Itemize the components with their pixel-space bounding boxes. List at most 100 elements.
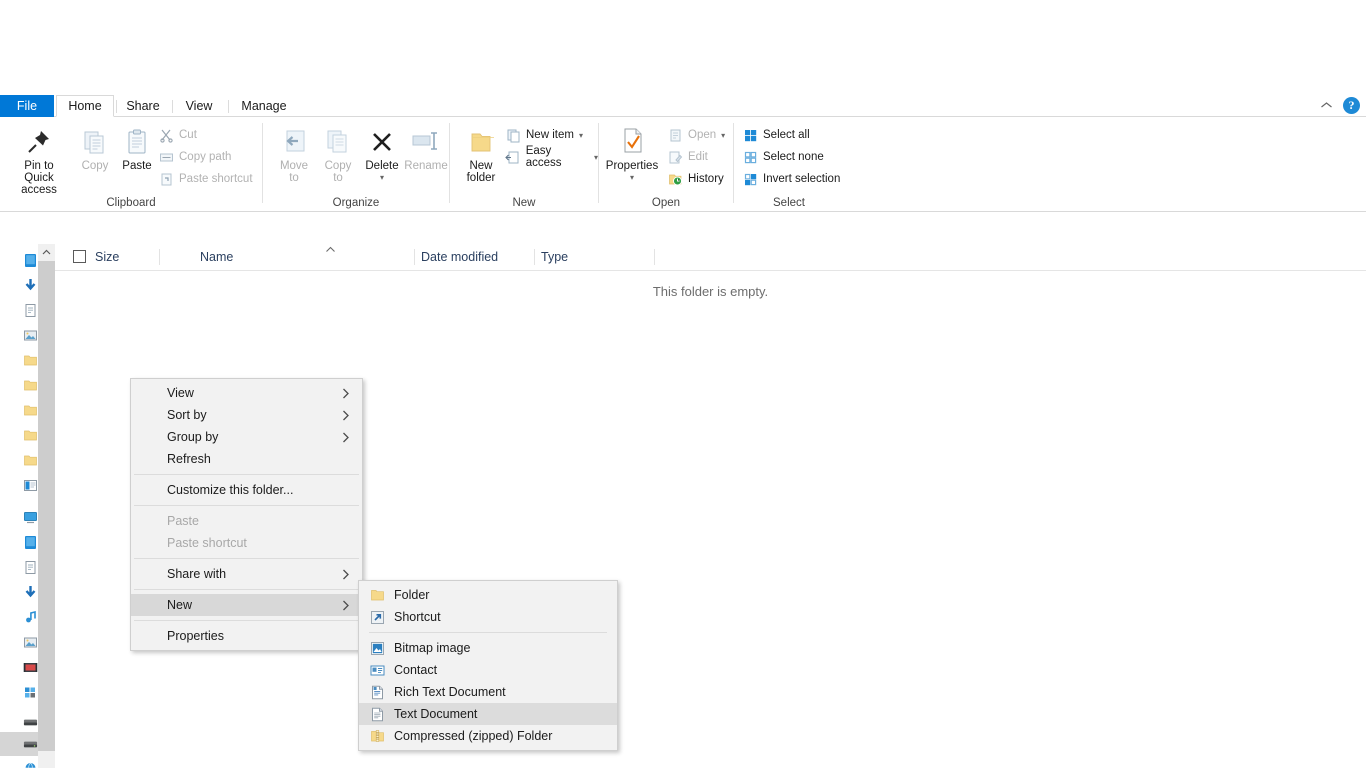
column-header-name[interactable]: Name [160, 244, 415, 270]
tab-file[interactable]: File [0, 95, 54, 117]
nav-downloads-icon-2[interactable] [23, 585, 38, 600]
history-button[interactable]: History [667, 168, 724, 190]
nav-this-pc-icon[interactable] [23, 510, 38, 525]
nav-folder-icon-5[interactable] [23, 453, 38, 468]
nav-documents-icon-2[interactable] [23, 560, 38, 575]
pin-to-quick-access-button[interactable]: Pin to Quick access [10, 121, 68, 196]
scrollbar-thumb[interactable] [38, 261, 55, 751]
navigation-pane[interactable] [0, 244, 38, 768]
delete-icon [367, 121, 397, 157]
column-header-type[interactable]: Type [535, 244, 655, 270]
copy-label: Copy [81, 160, 109, 172]
new-folder-button[interactable]: New folder [452, 121, 510, 184]
context-menu-item-sort-by[interactable]: Sort by [131, 404, 362, 426]
paste-shortcut-button[interactable]: Paste shortcut [158, 168, 253, 190]
context-menu-item-refresh[interactable]: Refresh [131, 448, 362, 470]
collapse-ribbon-icon[interactable] [1320, 101, 1333, 110]
tab-file-label: File [16, 99, 38, 113]
nav-music-icon[interactable] [23, 610, 38, 625]
nav-pictures-icon[interactable] [23, 328, 38, 343]
ribbon-tab-strip: File Home Share View Manage [0, 95, 1366, 117]
open-button[interactable]: Open ▾ [667, 124, 725, 146]
cut-label: Cut [179, 129, 197, 141]
address-bar-row: ❯ CPU (E:) Search CPU (E:) [0, 212, 1366, 450]
open-dropdown-icon[interactable]: ▾ [721, 131, 725, 140]
cut-button[interactable]: Cut [158, 124, 197, 146]
copy-path-icon [158, 149, 174, 165]
paste-shortcut-label: Paste shortcut [179, 173, 253, 185]
scissors-icon [158, 127, 174, 143]
new-submenu-item-text-document[interactable]: Text Document [359, 703, 617, 725]
group-label-clipboard: Clipboard [106, 197, 156, 209]
nav-network-icon[interactable] [23, 761, 38, 768]
properties-dropdown-icon[interactable]: ▾ [630, 172, 634, 184]
nav-folder-icon-2[interactable] [23, 378, 38, 393]
new-submenu-item-folder[interactable]: Folder [359, 584, 617, 606]
nav-downloads-icon[interactable] [23, 278, 38, 293]
nav-folder-icon-4[interactable] [23, 428, 38, 443]
nav-folder-icon-1[interactable] [23, 353, 38, 368]
nav-onedrive-icon[interactable] [23, 478, 38, 493]
context-menu-item-share-with[interactable]: Share with [131, 563, 362, 585]
context-menu-item-new[interactable]: New [131, 594, 362, 616]
easy-access-label: Easy access [525, 145, 562, 169]
new-submenu[interactable]: Folder Shortcut Bitmap image Contact Ric… [358, 580, 618, 751]
new-submenu-item-shortcut[interactable]: Shortcut [359, 606, 617, 628]
tab-home[interactable]: Home [56, 95, 114, 117]
scroll-up-icon[interactable] [38, 244, 55, 261]
select-all-button[interactable]: Select all [742, 124, 810, 146]
rich-text-document-icon [369, 684, 385, 700]
context-menu[interactable]: View Sort by Group by Refresh Customize … [130, 378, 363, 651]
tab-manage[interactable]: Manage [228, 95, 300, 117]
select-all-checkbox[interactable] [73, 250, 86, 263]
help-icon[interactable]: ? [1343, 97, 1360, 114]
context-menu-item-group-by[interactable]: Group by [131, 426, 362, 448]
copy-to-label1: Copy [324, 160, 352, 172]
tab-view[interactable]: View [172, 95, 226, 117]
column-header-date-modified[interactable]: Date modified [415, 244, 535, 270]
nav-videos-icon[interactable] [23, 660, 38, 675]
move-to-icon [278, 121, 310, 157]
easy-access-button[interactable]: Easy access ▾ [505, 145, 598, 169]
new-submenu-item-rich-text-document[interactable]: Rich Text Document [359, 681, 617, 703]
context-menu-item-properties[interactable]: Properties [131, 625, 362, 647]
nav-quick-access-icon[interactable] [23, 253, 38, 268]
invert-selection-button[interactable]: Invert selection [742, 168, 840, 190]
edit-label: Edit [688, 151, 708, 163]
sort-ascending-icon [325, 246, 336, 253]
group-label-new: New [512, 197, 536, 209]
properties-button[interactable]: Properties ▾ [601, 121, 663, 184]
context-menu-separator-4 [134, 589, 359, 590]
tab-share[interactable]: Share [116, 95, 170, 117]
context-menu-separator-2 [134, 505, 359, 506]
ribbon-group-clipboard: Pin to Quick access Copy Paste Cut Copy … [0, 117, 262, 211]
nav-local-disk-icon[interactable] [23, 714, 38, 729]
context-menu-item-customize-this-folder[interactable]: Customize this folder... [131, 479, 362, 501]
new-item-button[interactable]: New item ▾ [505, 124, 583, 146]
submenu-arrow-icon [342, 388, 350, 399]
nav-pictures-icon-2[interactable] [23, 635, 38, 650]
nav-cpu-drive-icon[interactable] [23, 736, 38, 751]
copy-path-button[interactable]: Copy path [158, 146, 231, 168]
group-label-select: Select [773, 197, 805, 209]
new-submenu-item-contact[interactable]: Contact [359, 659, 617, 681]
delete-dropdown-icon[interactable]: ▾ [380, 172, 384, 184]
new-item-label: New item [526, 129, 574, 141]
invert-selection-icon [742, 171, 758, 187]
column-header-size[interactable]: Size [95, 244, 160, 270]
rename-button[interactable]: Rename [397, 121, 455, 172]
edit-button[interactable]: Edit [667, 146, 708, 168]
nav-documents-icon[interactable] [23, 303, 38, 318]
new-submenu-item-compressed-folder[interactable]: Compressed (zipped) Folder [359, 725, 617, 747]
new-item-dropdown-icon[interactable]: ▾ [579, 131, 583, 140]
navigation-pane-scrollbar[interactable] [38, 244, 55, 768]
folder-icon [369, 587, 385, 603]
nav-folder-icon-3[interactable] [23, 403, 38, 418]
nav-windows-icon[interactable] [23, 685, 38, 700]
select-none-button[interactable]: Select none [742, 146, 824, 168]
select-none-icon [742, 149, 758, 165]
context-menu-item-view[interactable]: View [131, 382, 362, 404]
nav-desktop-icon[interactable] [23, 535, 38, 550]
new-submenu-item-bitmap-image[interactable]: Bitmap image [359, 637, 617, 659]
move-to-label2: to [289, 172, 299, 184]
